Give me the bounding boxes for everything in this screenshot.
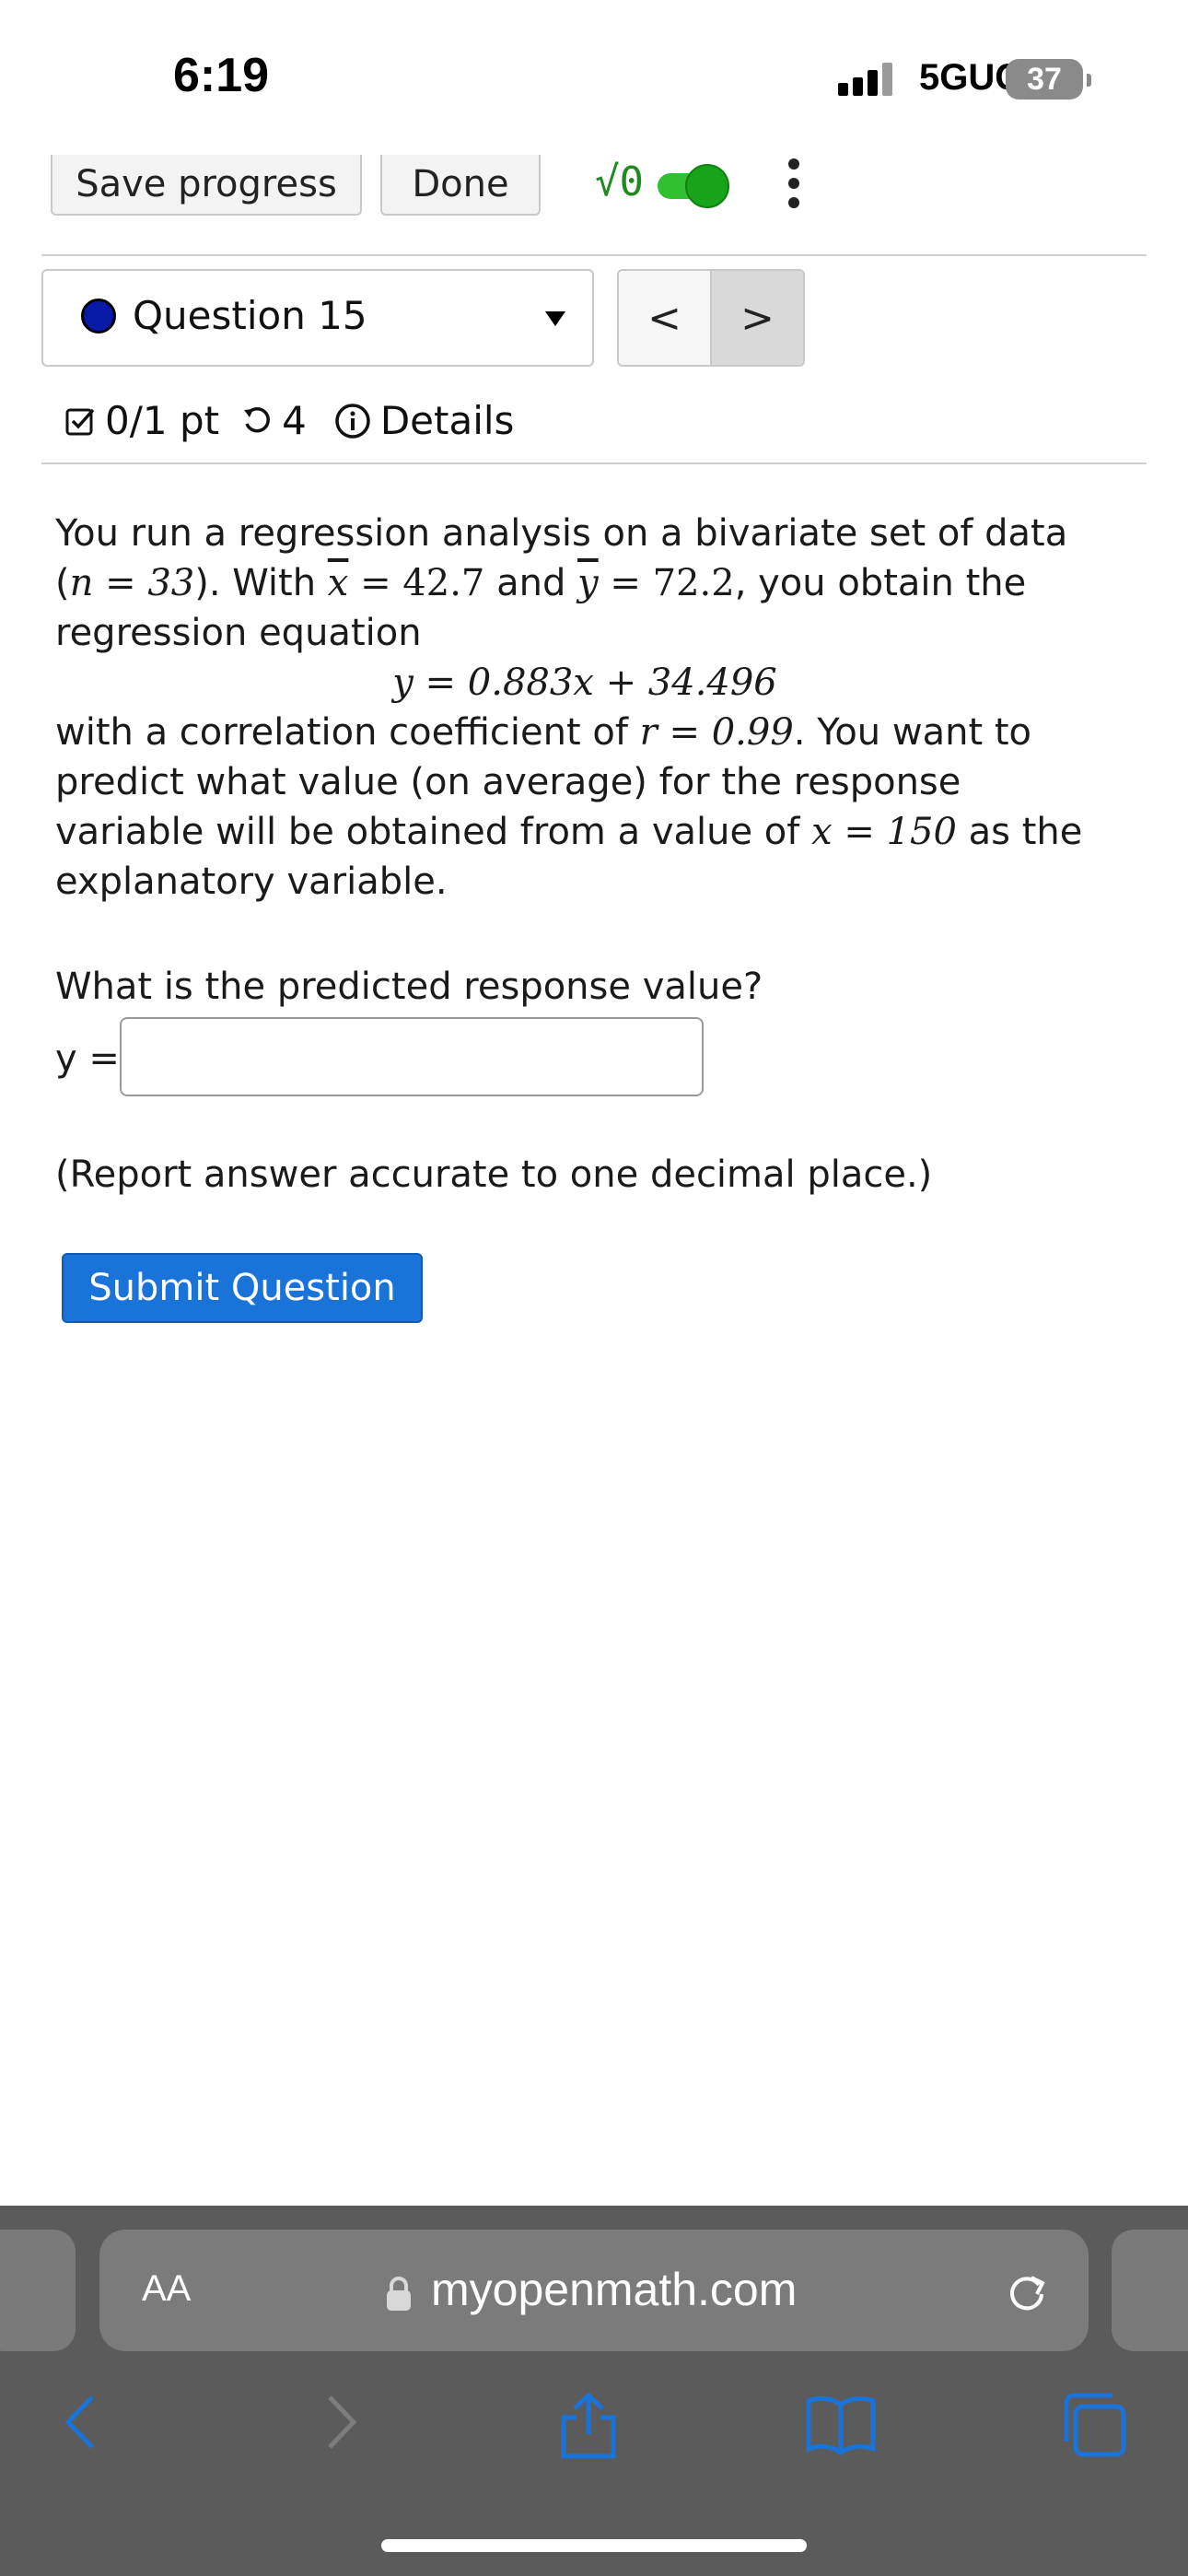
status-time: 6:19: [173, 49, 270, 102]
share-icon[interactable]: [556, 2392, 621, 2462]
answer-note: (Report answer accurate to one decimal p…: [55, 1153, 933, 1196]
lock-icon: [387, 2277, 411, 2311]
retry-icon: [244, 406, 270, 432]
details-link[interactable]: Details: [380, 398, 515, 443]
previous-tab-pill[interactable]: [0, 2230, 76, 2351]
info-icon[interactable]: [334, 403, 371, 439]
battery-icon: 37: [1006, 59, 1083, 100]
answer-input[interactable]: [120, 1017, 704, 1096]
math-ybar-symbol: y: [577, 562, 599, 604]
question-prompt: What is the predicted response value?: [55, 966, 763, 1008]
done-button[interactable]: Done: [380, 155, 541, 216]
bookmarks-icon[interactable]: [805, 2392, 877, 2456]
reload-icon[interactable]: [1004, 2268, 1050, 2314]
question-status-dot: [81, 299, 116, 334]
question-nav-group: < >: [617, 269, 805, 367]
checkbox-icon: [65, 408, 95, 435]
more-options-icon[interactable]: [788, 158, 801, 217]
regression-equation: y = 0.883x + 34.496: [392, 662, 777, 704]
math-ybar-value: = 72.2: [598, 562, 735, 604]
math-xbar-symbol: x: [327, 562, 349, 604]
next-tab-pill[interactable]: [1112, 2230, 1188, 2351]
divider: [41, 254, 1147, 256]
vo-label: √0: [595, 158, 644, 205]
home-indicator: [381, 2539, 807, 2552]
math-r: r = 0.99: [639, 711, 794, 754]
tabs-icon[interactable]: [1061, 2392, 1127, 2458]
question-select-label: Question 15: [133, 293, 367, 338]
question-paragraph-1: You run a regression analysis on a bivar…: [55, 512, 1068, 654]
reader-settings-button[interactable]: AA: [142, 2268, 191, 2310]
back-icon[interactable]: [57, 2392, 103, 2453]
url-text[interactable]: myopenmath.com: [431, 2263, 797, 2316]
battery-cap: [1087, 74, 1091, 87]
vo-toggle-knob[interactable]: [685, 164, 729, 208]
forward-icon[interactable]: [319, 2392, 365, 2453]
signal-icon: [838, 63, 897, 96]
score-line: 0/1 pt 4 Details: [64, 398, 514, 443]
score-points: 0/1 pt: [105, 398, 220, 443]
question-paragraph-2: with a correlation coefficient of r = 0.…: [55, 711, 1083, 903]
submit-question-button[interactable]: Submit Question: [62, 1253, 423, 1323]
math-xbar-value: = 42.7: [348, 562, 485, 604]
question-text: You run a regression analysis on a bivar…: [55, 509, 1114, 907]
math-x: x = 150: [811, 811, 957, 853]
save-progress-button[interactable]: Save progress: [51, 155, 362, 216]
retry-count: 4: [282, 398, 307, 443]
answer-label: y =: [55, 1037, 120, 1080]
prev-question-button[interactable]: <: [619, 271, 712, 365]
math-n: n = 33: [69, 562, 195, 604]
caret-down-icon: [545, 311, 565, 326]
divider: [41, 463, 1147, 464]
next-question-button[interactable]: >: [712, 271, 803, 365]
